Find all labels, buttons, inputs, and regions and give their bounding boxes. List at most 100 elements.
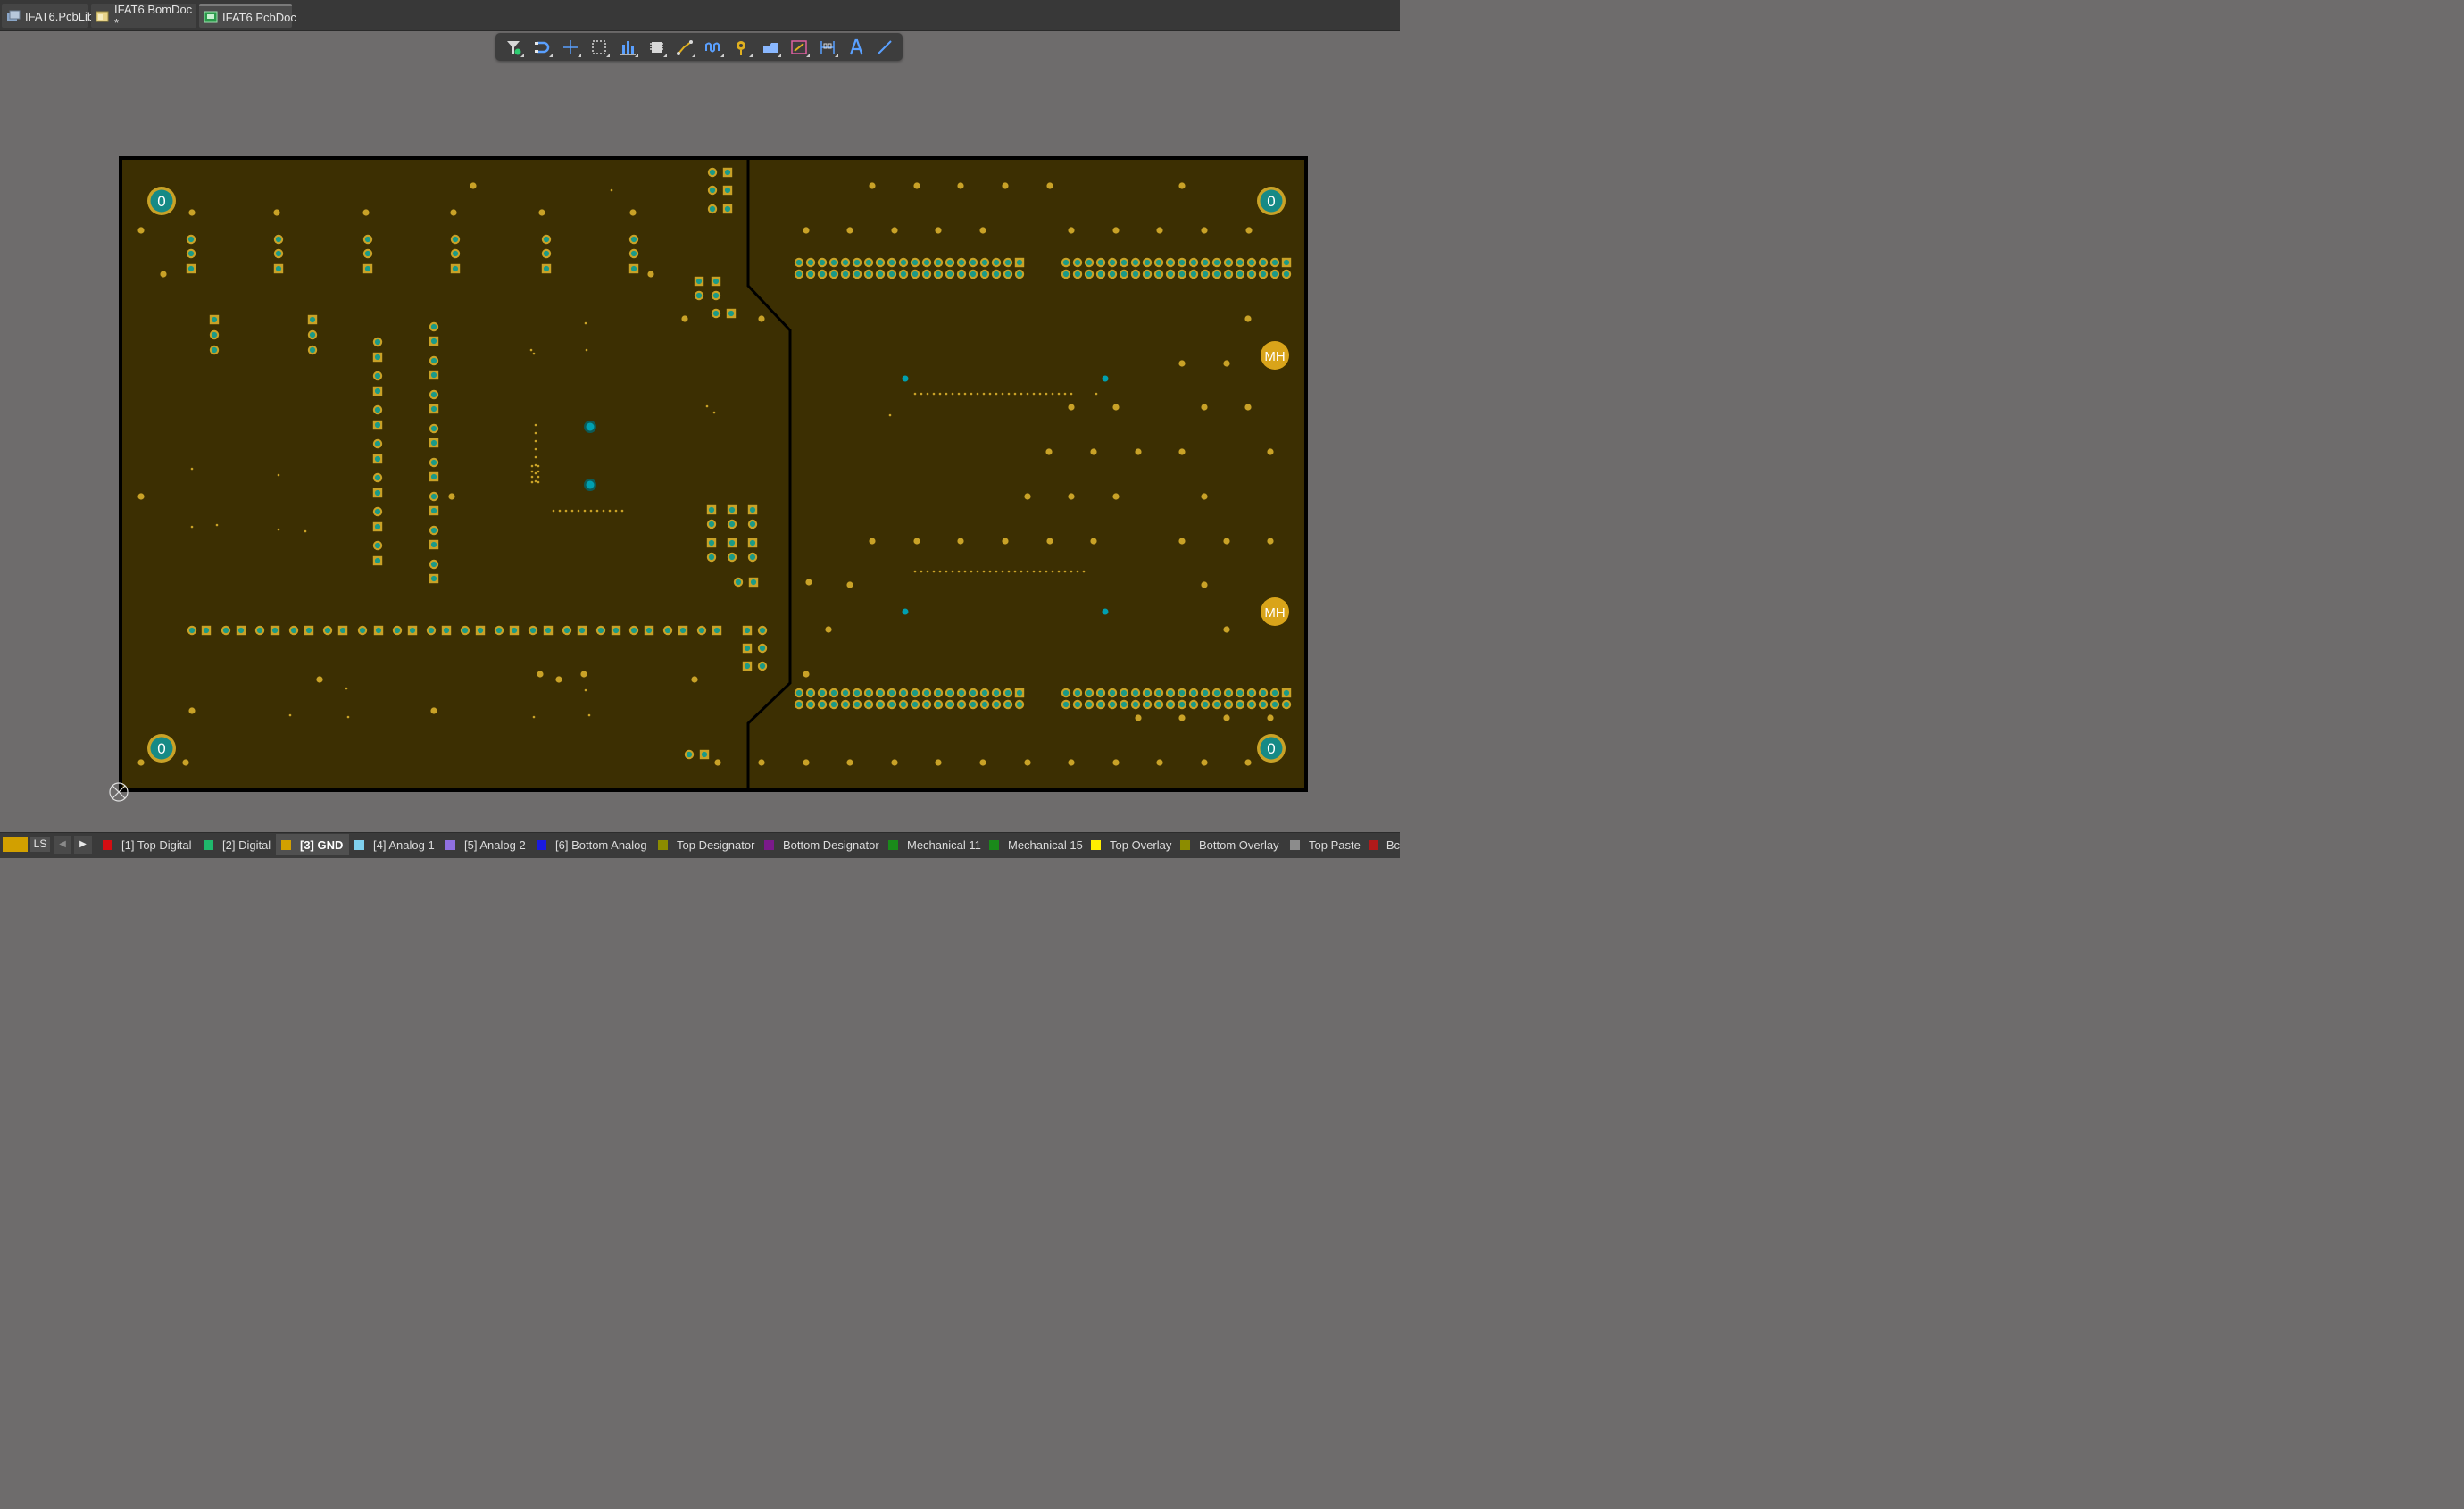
pad-hole bbox=[374, 474, 381, 481]
pad-hole bbox=[1260, 689, 1267, 696]
micro-via bbox=[1026, 570, 1029, 573]
micro-via bbox=[1095, 392, 1098, 396]
micro-via bbox=[620, 509, 624, 513]
micro-via bbox=[1032, 570, 1036, 573]
via-pad bbox=[1156, 227, 1163, 234]
layer-label: [1] Top Digital bbox=[121, 838, 192, 852]
layer-tab-bottom-truncated[interactable]: Bc bbox=[1363, 834, 1400, 855]
layer-tab-analog-1[interactable]: [4] Analog 1 bbox=[349, 834, 437, 855]
via-pad bbox=[846, 759, 853, 766]
via-pad bbox=[1201, 227, 1208, 234]
micro-via bbox=[190, 467, 194, 471]
layer-tab-top-overlay[interactable]: Top Overlay bbox=[1086, 834, 1172, 855]
pad-hole bbox=[187, 265, 195, 272]
layer-set-button[interactable]: LS bbox=[30, 837, 50, 852]
via-pad bbox=[137, 493, 145, 500]
mounting-hole-label: MH bbox=[1264, 605, 1285, 621]
large-pad-label: 0 bbox=[157, 740, 165, 757]
pad-hole bbox=[1260, 259, 1267, 266]
micro-via bbox=[951, 570, 954, 573]
pad-hole bbox=[1120, 271, 1128, 278]
micro-via bbox=[277, 473, 280, 477]
pad-hole bbox=[1236, 271, 1244, 278]
micro-via bbox=[530, 475, 534, 479]
pad-hole bbox=[477, 627, 484, 634]
micro-via bbox=[1026, 392, 1029, 396]
micro-via bbox=[537, 464, 540, 468]
micro-via bbox=[537, 480, 540, 484]
pad-hole bbox=[958, 701, 965, 708]
pad-hole bbox=[1062, 259, 1070, 266]
layer-tab-bottom-analog[interactable]: [6] Bottom Analog bbox=[531, 834, 650, 855]
pad-hole bbox=[630, 236, 637, 243]
pad-hole bbox=[853, 689, 861, 696]
layer-tab-bottom-designator[interactable]: Bottom Designator bbox=[759, 834, 880, 855]
pad-hole bbox=[807, 689, 814, 696]
layer-tab-mechanical-15[interactable]: Mechanical 15 bbox=[984, 834, 1083, 855]
layer-label: [6] Bottom Analog bbox=[555, 838, 647, 852]
pad-hole bbox=[1283, 259, 1290, 266]
pad-hole bbox=[1132, 701, 1139, 708]
pad-hole bbox=[749, 506, 756, 513]
pad-hole bbox=[713, 627, 720, 634]
pad-hole bbox=[712, 310, 720, 317]
pad-hole bbox=[364, 265, 371, 272]
current-layer-swatch[interactable] bbox=[3, 837, 28, 852]
layer-tab-top-paste[interactable]: Top Paste bbox=[1285, 834, 1363, 855]
pad-hole bbox=[1074, 701, 1081, 708]
pad-hole bbox=[1016, 271, 1023, 278]
pad-hole bbox=[842, 689, 849, 696]
pad-hole bbox=[1155, 701, 1162, 708]
pad-hole bbox=[430, 507, 437, 514]
layer-prev-button[interactable]: ◀ bbox=[54, 836, 71, 854]
layer-label: Bottom Designator bbox=[783, 838, 879, 852]
via-pad bbox=[1045, 448, 1053, 455]
pad-hole bbox=[830, 259, 837, 266]
pad-hole bbox=[275, 265, 282, 272]
micro-via bbox=[1070, 570, 1073, 573]
micro-via bbox=[1057, 392, 1061, 396]
via-pad bbox=[1223, 714, 1230, 721]
layer-tab-top-digital[interactable]: [1] Top Digital bbox=[97, 834, 195, 855]
pad-hole bbox=[1178, 689, 1186, 696]
pad-hole bbox=[430, 527, 437, 534]
layer-label: [4] Analog 1 bbox=[373, 838, 435, 852]
pad-hole bbox=[935, 701, 942, 708]
layer-next-button[interactable]: ▶ bbox=[74, 836, 92, 854]
layer-tab-top-designator[interactable]: Top Designator bbox=[653, 834, 756, 855]
micro-via bbox=[1020, 570, 1023, 573]
via-pad bbox=[580, 671, 587, 678]
micro-via bbox=[602, 509, 605, 513]
layer-tab-mechanical-11[interactable]: Mechanical 11 bbox=[883, 834, 981, 855]
micro-via bbox=[988, 570, 992, 573]
pad-hole bbox=[912, 271, 919, 278]
layer-label: Mechanical 15 bbox=[1008, 838, 1083, 852]
pcb-canvas[interactable]: 0 0 0 0 MH MH bbox=[0, 0, 1400, 857]
pad-hole bbox=[664, 627, 671, 634]
pad-hole bbox=[305, 627, 312, 634]
pad-hole bbox=[430, 323, 437, 330]
pad-hole bbox=[374, 523, 381, 530]
micro-via bbox=[532, 352, 536, 355]
pad-hole bbox=[188, 627, 196, 634]
pad-hole bbox=[679, 627, 687, 634]
layer-label: [2] Digital bbox=[222, 838, 271, 852]
pad-hole bbox=[452, 250, 459, 257]
layer-tab-analog-2[interactable]: [5] Analog 2 bbox=[440, 834, 529, 855]
pad-hole bbox=[1144, 259, 1151, 266]
layer-tab-digital[interactable]: [2] Digital bbox=[198, 834, 273, 855]
pad-hole bbox=[724, 169, 731, 176]
micro-via bbox=[957, 392, 961, 396]
via-pad bbox=[1201, 759, 1208, 766]
pad-hole bbox=[728, 310, 735, 317]
layer-label: [5] Analog 2 bbox=[464, 838, 526, 852]
via-pad bbox=[869, 538, 876, 545]
layer-label: Top Designator bbox=[677, 838, 755, 852]
pad-hole bbox=[645, 627, 653, 634]
pad-hole bbox=[724, 205, 731, 213]
layer-tab-gnd[interactable]: [3] GND bbox=[276, 834, 349, 855]
layer-tab-bottom-overlay[interactable]: Bottom Overlay bbox=[1175, 834, 1282, 855]
micro-via bbox=[976, 570, 979, 573]
micro-via bbox=[888, 413, 892, 417]
via-pad bbox=[316, 676, 323, 683]
